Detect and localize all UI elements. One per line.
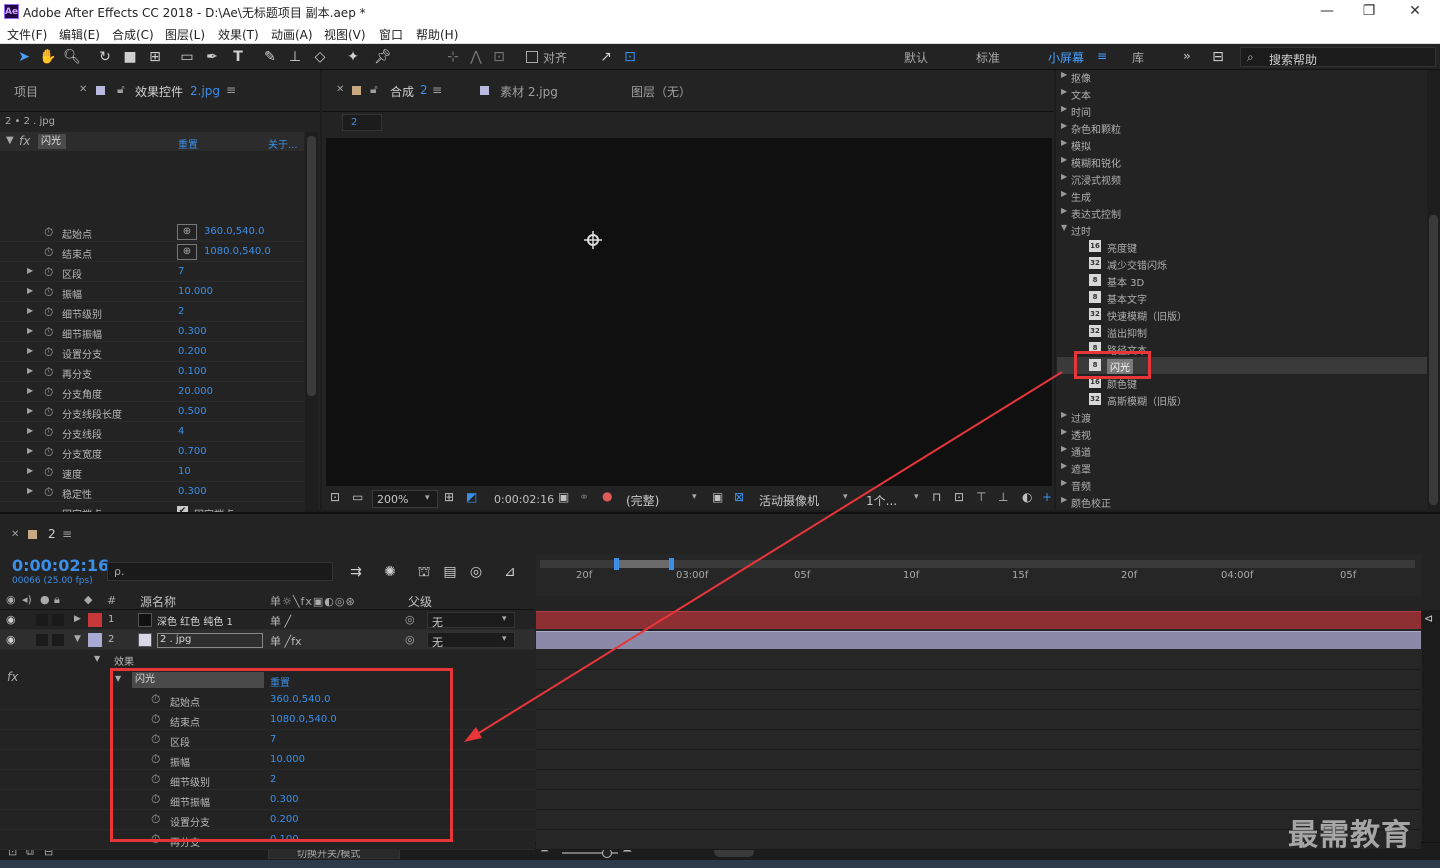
- annotation-arrow: [464, 371, 1063, 742]
- watermark: 最需教育: [1288, 818, 1412, 853]
